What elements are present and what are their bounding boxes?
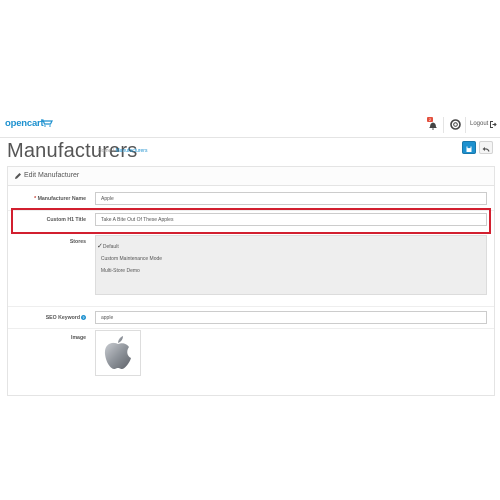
- store-option-default[interactable]: ✓Default: [97, 242, 119, 250]
- lifering-icon[interactable]: [450, 119, 461, 130]
- store-option-multistore[interactable]: Multi-Store Demo: [97, 267, 140, 274]
- manufacturer-name-label: * Manufacturer Name: [34, 196, 86, 202]
- breadcrumb-separator: /: [112, 148, 115, 154]
- stores-list: [95, 235, 487, 295]
- back-button[interactable]: [479, 141, 493, 154]
- breadcrumb: Home / Manufacturers: [98, 148, 147, 154]
- cart-icon: [41, 119, 53, 127]
- row-divider: [8, 306, 494, 307]
- save-button[interactable]: [462, 141, 476, 154]
- header-divider: [465, 117, 466, 133]
- seo-keyword-label: SEO Keyword?: [45, 315, 86, 321]
- pencil-icon: [15, 173, 21, 179]
- panel-heading: [8, 167, 494, 186]
- sign-out-icon[interactable]: [490, 121, 497, 128]
- panel-title: Edit Manufacturer: [24, 172, 80, 179]
- reply-icon: [482, 147, 490, 152]
- manufacturer-name-field[interactable]: Apple: [95, 192, 487, 205]
- header-divider: [443, 117, 444, 133]
- store-option-maintenance[interactable]: Custom Maintenance Mode: [97, 255, 162, 262]
- stores-label: Stores: [69, 239, 86, 245]
- seo-keyword-field[interactable]: apple: [95, 311, 487, 324]
- breadcrumb-home[interactable]: Home: [98, 148, 111, 154]
- highlight-box: [11, 208, 491, 234]
- header-border: [0, 137, 500, 138]
- image-label: Image: [71, 335, 86, 341]
- save-icon: [466, 146, 472, 152]
- apple-logo-icon: [104, 336, 131, 369]
- opencart-logo[interactable]: opencart: [5, 118, 44, 129]
- notification-badge: 2: [427, 117, 433, 122]
- breadcrumb-manufacturers[interactable]: Manufacturers: [116, 148, 148, 154]
- logout-link[interactable]: Logout: [470, 121, 488, 127]
- info-icon[interactable]: ?: [81, 315, 86, 321]
- row-divider: [8, 328, 494, 329]
- manufacturer-image[interactable]: [95, 330, 141, 376]
